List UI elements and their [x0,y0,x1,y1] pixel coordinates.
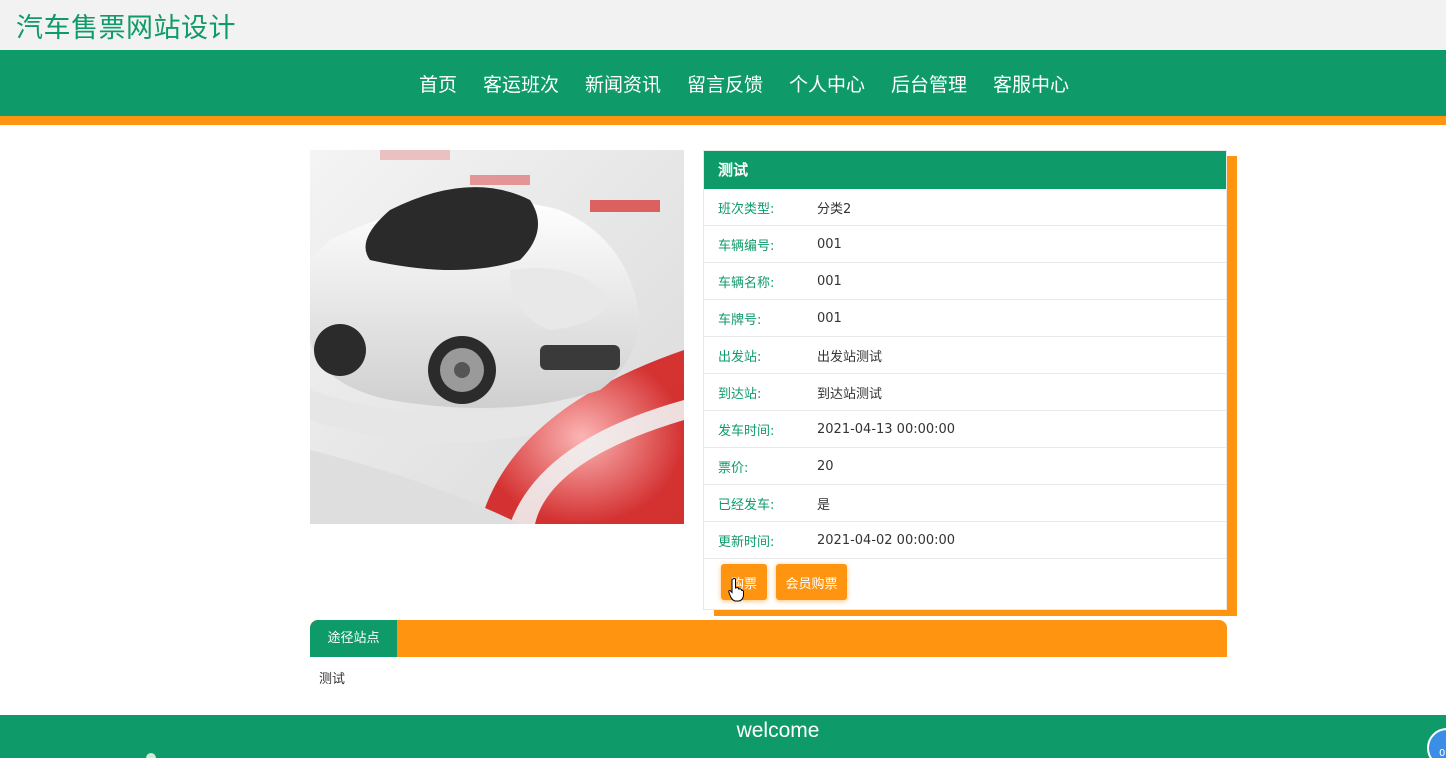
detail-row: 车辆编号: 001 [704,226,1226,263]
detail-row: 车牌号: 001 [704,300,1226,337]
row-label: 票价: [718,460,749,476]
row-label: 出发站: [718,349,762,365]
tab-bar: 途径站点 [310,620,1227,657]
nav-item-service[interactable]: 客服中心 [980,70,1082,97]
site-title: 汽车售票网站设计 [16,13,236,44]
row-label: 班次类型: [718,201,775,217]
nav-item-home[interactable]: 首页 [406,70,470,97]
main-nav: 首页 客运班次 新闻资讯 留言反馈 个人中心 后台管理 客服中心 [0,50,1446,125]
nav-item-admin[interactable]: 后台管理 [878,70,980,97]
row-label: 车辆名称: [718,275,775,291]
car-illustration [310,150,684,524]
row-value: 20 [817,458,834,474]
detail-panel: 测试 班次类型: 分类2 车辆编号: 001 车辆名称: 001 车牌号: 00… [703,150,1227,610]
tab-route-stops[interactable]: 途径站点 [310,620,397,657]
detail-row: 票价: 20 [704,448,1226,485]
detail-title: 测试 [704,151,1226,189]
row-value: 2021-04-02 00:00:00 [817,532,956,548]
detail-row: 班次类型: 分类2 [704,189,1226,226]
action-buttons: 购票 会员购票 [704,559,1226,605]
row-label: 车辆编号: [718,238,775,254]
detail-row: 出发站: 出发站测试 [704,337,1226,374]
tab-content: 测试 [319,672,346,687]
member-buy-ticket-button[interactable]: 会员购票 [776,564,847,600]
nav-item-profile[interactable]: 个人中心 [776,70,878,97]
footer-welcome: welcome [736,719,820,742]
row-value: 出发站测试 [817,349,883,365]
chat-badge: 00 [1439,748,1446,758]
detail-row: 更新时间: 2021-04-02 00:00:00 [704,522,1226,559]
row-value: 是 [817,497,831,513]
row-value: 2021-04-13 00:00:00 [817,421,956,437]
row-label: 发车时间: [718,423,775,439]
detail-row: 车辆名称: 001 [704,263,1226,300]
row-value: 分类2 [817,201,852,217]
row-label: 已经发车: [718,497,775,513]
footer-dot [146,753,156,758]
nav-item-schedules[interactable]: 客运班次 [470,70,572,97]
row-value: 到达站测试 [817,386,883,402]
footer: welcome [0,715,1446,758]
row-value: 001 [817,273,842,289]
detail-row: 已经发车: 是 [704,485,1226,522]
detail-row: 发车时间: 2021-04-13 00:00:00 [704,411,1226,448]
row-value: 001 [817,236,842,252]
row-label: 到达站: [718,386,762,402]
nav-list: 首页 客运班次 新闻资讯 留言反馈 个人中心 后台管理 客服中心 [0,50,1446,117]
detail-row: 到达站: 到达站测试 [704,374,1226,411]
nav-item-feedback[interactable]: 留言反馈 [674,70,776,97]
car-image [310,150,684,524]
row-value: 001 [817,310,842,326]
row-label: 更新时间: [718,534,775,550]
hand-cursor-icon [728,578,744,602]
row-label: 车牌号: [718,312,762,328]
top-bar: 汽车售票网站设计 [0,0,1446,50]
nav-item-news[interactable]: 新闻资讯 [572,70,674,97]
